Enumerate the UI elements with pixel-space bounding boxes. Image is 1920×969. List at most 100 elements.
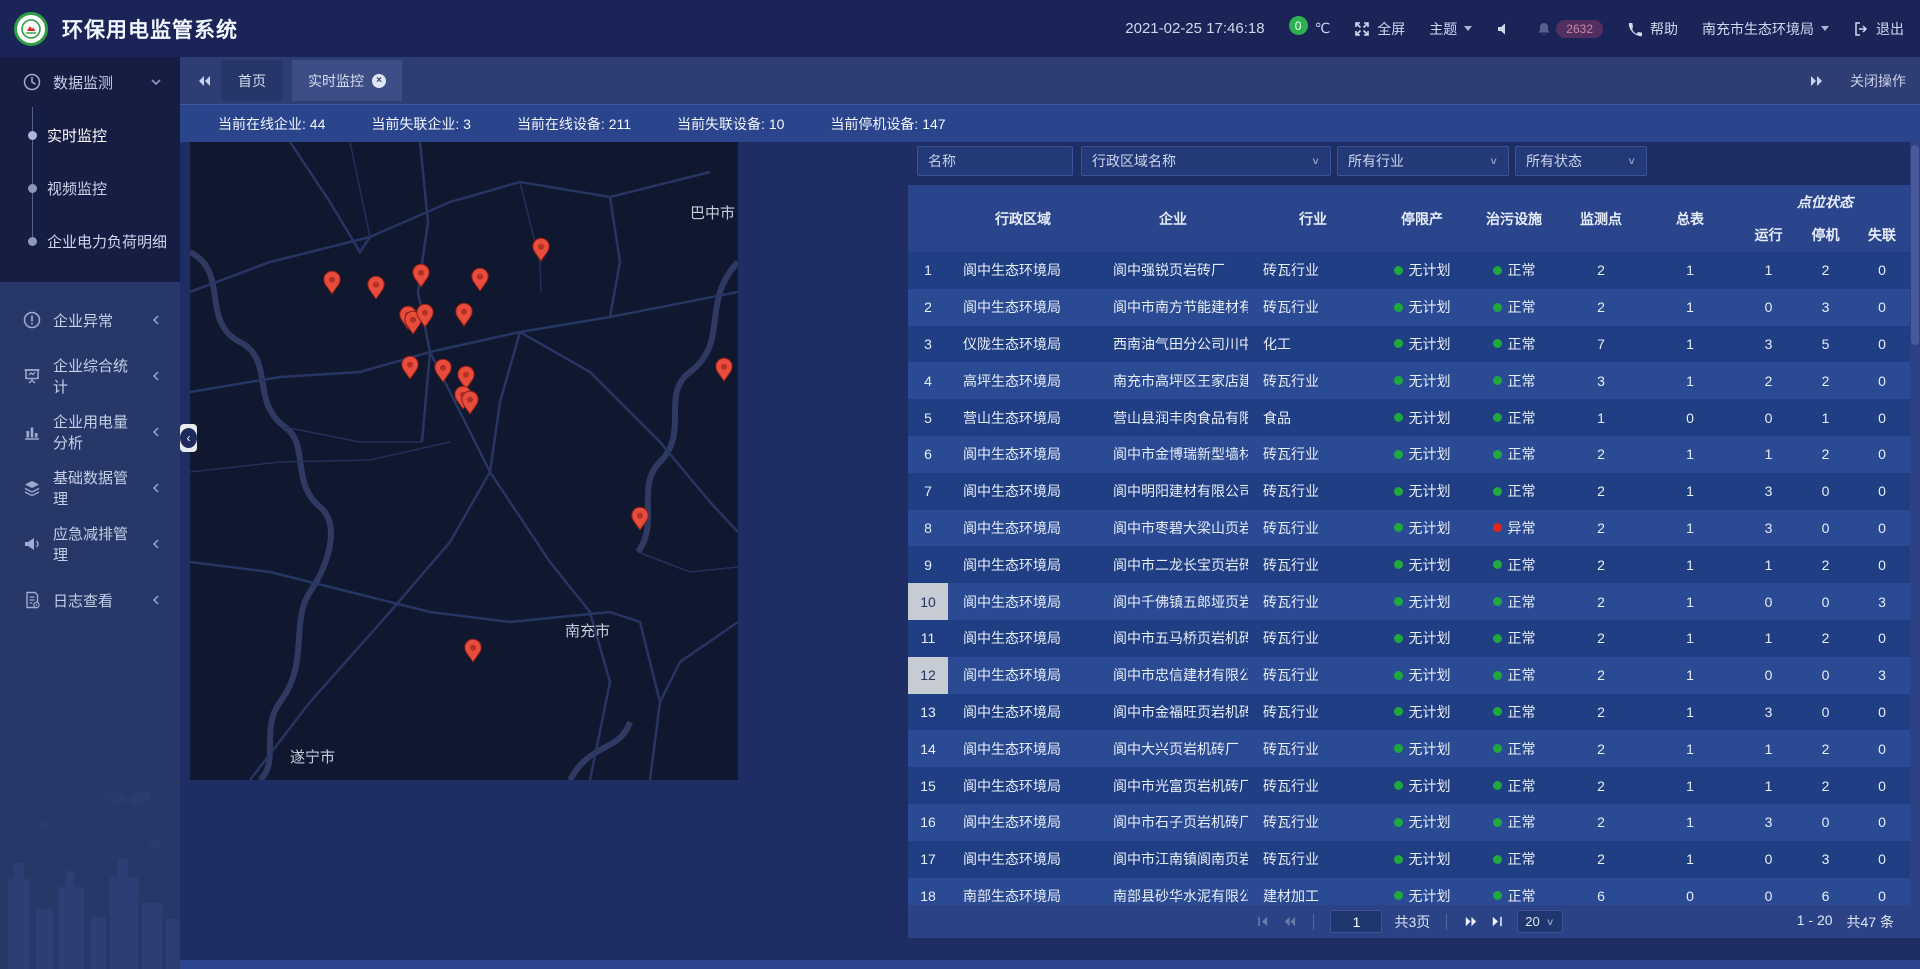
- cell-stop-production-label: 无计划: [1409, 592, 1451, 612]
- help-button[interactable]: 帮助: [1627, 19, 1678, 39]
- cell-disconnected: 3: [1854, 583, 1910, 620]
- next-page-icon[interactable]: [1463, 914, 1478, 929]
- org-menu[interactable]: 南充市生态环境局: [1702, 19, 1829, 39]
- page-number-input[interactable]: [1330, 910, 1382, 933]
- table-row[interactable]: 17阆中生态环境局阆中市江南镇阆南页岩砖瓦行业无计划正常21030: [908, 841, 1910, 878]
- first-page-icon[interactable]: [1255, 914, 1270, 929]
- cell-stop-production: 无计划: [1378, 804, 1466, 841]
- prev-page-icon[interactable]: [1282, 914, 1297, 929]
- close-operations-button[interactable]: 关闭操作: [1850, 71, 1906, 91]
- tabs-scroll-left-icon[interactable]: [196, 73, 212, 89]
- cell-monitor-points: 3: [1562, 362, 1640, 399]
- sidebar-item-base-data[interactable]: 基础数据管理: [0, 460, 180, 516]
- sidebar-subitem[interactable]: 企业电力负荷明细: [0, 215, 180, 268]
- chevron-left-icon: ‹: [180, 428, 197, 448]
- notifications-button[interactable]: 2632: [1536, 20, 1603, 38]
- cell-stopped: 0: [1797, 694, 1854, 731]
- status-filter-select[interactable]: 所有状态 ∨: [1515, 146, 1647, 176]
- table-row[interactable]: 10阆中生态环境局阆中千佛镇五郎垭页岩砖瓦行业无计划正常21003: [908, 583, 1910, 620]
- map-collapse-handle[interactable]: ‹: [180, 424, 197, 452]
- table-row[interactable]: 14阆中生态环境局阆中大兴页岩机砖厂砖瓦行业无计划正常21120: [908, 730, 1910, 767]
- table-row[interactable]: 13阆中生态环境局阆中市金福旺页岩机砖砖瓦行业无计划正常21300: [908, 694, 1910, 731]
- sidebar-item-emergency[interactable]: 应急减排管理: [0, 516, 180, 572]
- chevron-down-icon: ∨: [1489, 155, 1498, 166]
- cell-disconnected: 0: [1854, 473, 1910, 510]
- cell-stop-production-label: 无计划: [1409, 812, 1451, 832]
- sidebar-item-power-analysis[interactable]: 企业用电量分析: [0, 404, 180, 460]
- status-green-dot-icon: [1493, 634, 1502, 643]
- help-label: 帮助: [1650, 19, 1678, 39]
- col-group-point-status: 点位状态 运行 停机 失联: [1740, 185, 1910, 252]
- page-size-select[interactable]: 20 ∨: [1517, 910, 1562, 933]
- cell-region: 阆中生态环境局: [948, 657, 1098, 694]
- sidebar-group: 企业用电量分析: [0, 404, 180, 460]
- col-monitor-points: 监测点: [1562, 185, 1640, 252]
- cell-pollution-facility: 正常: [1466, 804, 1562, 841]
- cell-pollution-facility: 正常: [1466, 546, 1562, 583]
- map-canvas[interactable]: 巴中市南充市遂宁市: [190, 142, 738, 780]
- row-index: 11: [908, 620, 948, 657]
- logout-label: 退出: [1876, 19, 1904, 39]
- cell-pollution-facility: 正常: [1466, 326, 1562, 363]
- name-filter-field[interactable]: [917, 146, 1073, 176]
- sidebar-item-data-monitor[interactable]: 数据监测: [0, 57, 180, 107]
- vertical-scrollbar[interactable]: [1910, 142, 1920, 938]
- cell-region: 阆中生态环境局: [948, 289, 1098, 326]
- cell-disconnected: 0: [1854, 620, 1910, 657]
- table-row[interactable]: 8阆中生态环境局阆中市枣碧大梁山页岩砖瓦行业无计划异常21300: [908, 510, 1910, 547]
- cell-pollution-facility: 正常: [1466, 583, 1562, 620]
- table-row[interactable]: 2阆中生态环境局阆中市南方节能建材有砖瓦行业无计划正常21030: [908, 289, 1910, 326]
- status-green-dot-icon: [1394, 266, 1403, 275]
- table-row[interactable]: 4高坪生态环境局南充市高坪区王家店建砖瓦行业无计划正常31220: [908, 362, 1910, 399]
- close-icon[interactable]: ×: [372, 74, 386, 88]
- cell-stopped: 0: [1797, 473, 1854, 510]
- cell-industry: 砖瓦行业: [1248, 510, 1378, 547]
- sidebar-item-label: 日志查看: [53, 590, 139, 611]
- last-page-icon[interactable]: [1490, 914, 1505, 929]
- region-filter-select[interactable]: 行政区域名称 ∨: [1081, 146, 1331, 176]
- table-row[interactable]: 11阆中生态环境局阆中市五马桥页岩机砖砖瓦行业无计划正常21120: [908, 620, 1910, 657]
- cell-region: 阆中生态环境局: [948, 510, 1098, 547]
- tabs-scroll-right-icon[interactable]: [1808, 73, 1824, 89]
- cell-company: 阆中市江南镇阆南页岩: [1098, 841, 1248, 878]
- chevron-down-icon: [150, 76, 162, 88]
- cell-stop-production-label: 无计划: [1409, 518, 1451, 538]
- industry-filter-select[interactable]: 所有行业 ∨: [1337, 146, 1509, 176]
- scrollbar-thumb[interactable]: [1911, 145, 1919, 345]
- col-industry: 行业: [1248, 185, 1378, 252]
- sidebar-item-logs[interactable]: 日志查看: [0, 572, 180, 628]
- sidebar-item-company-stats[interactable]: 企业综合统计: [0, 348, 180, 404]
- table-row[interactable]: 5营山生态环境局营山县润丰肉食品有限食品无计划正常10010: [908, 399, 1910, 436]
- table-row[interactable]: 9阆中生态环境局阆中市二龙长宝页岩砖砖瓦行业无计划正常21120: [908, 546, 1910, 583]
- cell-pollution-facility: 正常: [1466, 436, 1562, 473]
- table-row[interactable]: 18南部生态环境局南部县砂华水泥有限公建材加工无计划正常60060: [908, 878, 1910, 905]
- table-row[interactable]: 1阆中生态环境局阆中强锐页岩砖厂砖瓦行业无计划正常21120: [908, 252, 1910, 289]
- table-row[interactable]: 6阆中生态环境局阆中市金博瑞新型墙材砖瓦行业无计划正常21120: [908, 436, 1910, 473]
- table-row[interactable]: 12阆中生态环境局阆中市忠信建材有限公砖瓦行业无计划正常21003: [908, 657, 1910, 694]
- sidebar-subitem-label: 实时监控: [47, 125, 107, 146]
- table-row[interactable]: 7阆中生态环境局阆中明阳建材有限公司砖瓦行业无计划正常21300: [908, 473, 1910, 510]
- cell-pollution-facility-label: 正常: [1508, 702, 1536, 722]
- table-row[interactable]: 15阆中生态环境局阆中市光富页岩机砖厂砖瓦行业无计划正常21120: [908, 767, 1910, 804]
- cell-total-meters: 1: [1640, 510, 1740, 547]
- logout-button[interactable]: 退出: [1853, 19, 1904, 39]
- tab-home[interactable]: 首页: [222, 60, 282, 101]
- table-row[interactable]: 16阆中生态环境局阆中市石子页岩机砖厂砖瓦行业无计划正常21300: [908, 804, 1910, 841]
- sidebar-item-company-abnormal[interactable]: 企业异常: [0, 292, 180, 348]
- status-green-dot-icon: [1493, 450, 1502, 459]
- fullscreen-button[interactable]: 全屏: [1354, 19, 1405, 39]
- cell-company: 阆中市二龙长宝页岩砖: [1098, 546, 1248, 583]
- cell-total-meters: 1: [1640, 767, 1740, 804]
- row-index: 4: [908, 362, 948, 399]
- table-row[interactable]: 3仪陇生态环境局西南油气田分公司川中化工无计划正常71350: [908, 326, 1910, 363]
- name-search-input[interactable]: [928, 153, 1062, 169]
- cell-disconnected: 0: [1854, 399, 1910, 436]
- sidebar-subitem[interactable]: 视频监控: [0, 162, 180, 215]
- theme-menu[interactable]: 主题: [1429, 19, 1472, 39]
- map-panel[interactable]: 巴中市南充市遂宁市 ‹: [190, 142, 738, 780]
- sidebar-subitem[interactable]: 实时监控: [0, 109, 180, 162]
- cell-total-meters: 0: [1640, 878, 1740, 905]
- sound-button[interactable]: [1496, 21, 1512, 37]
- cell-total-meters: 1: [1640, 657, 1740, 694]
- tab-realtime-monitor[interactable]: 实时监控 ×: [292, 60, 402, 101]
